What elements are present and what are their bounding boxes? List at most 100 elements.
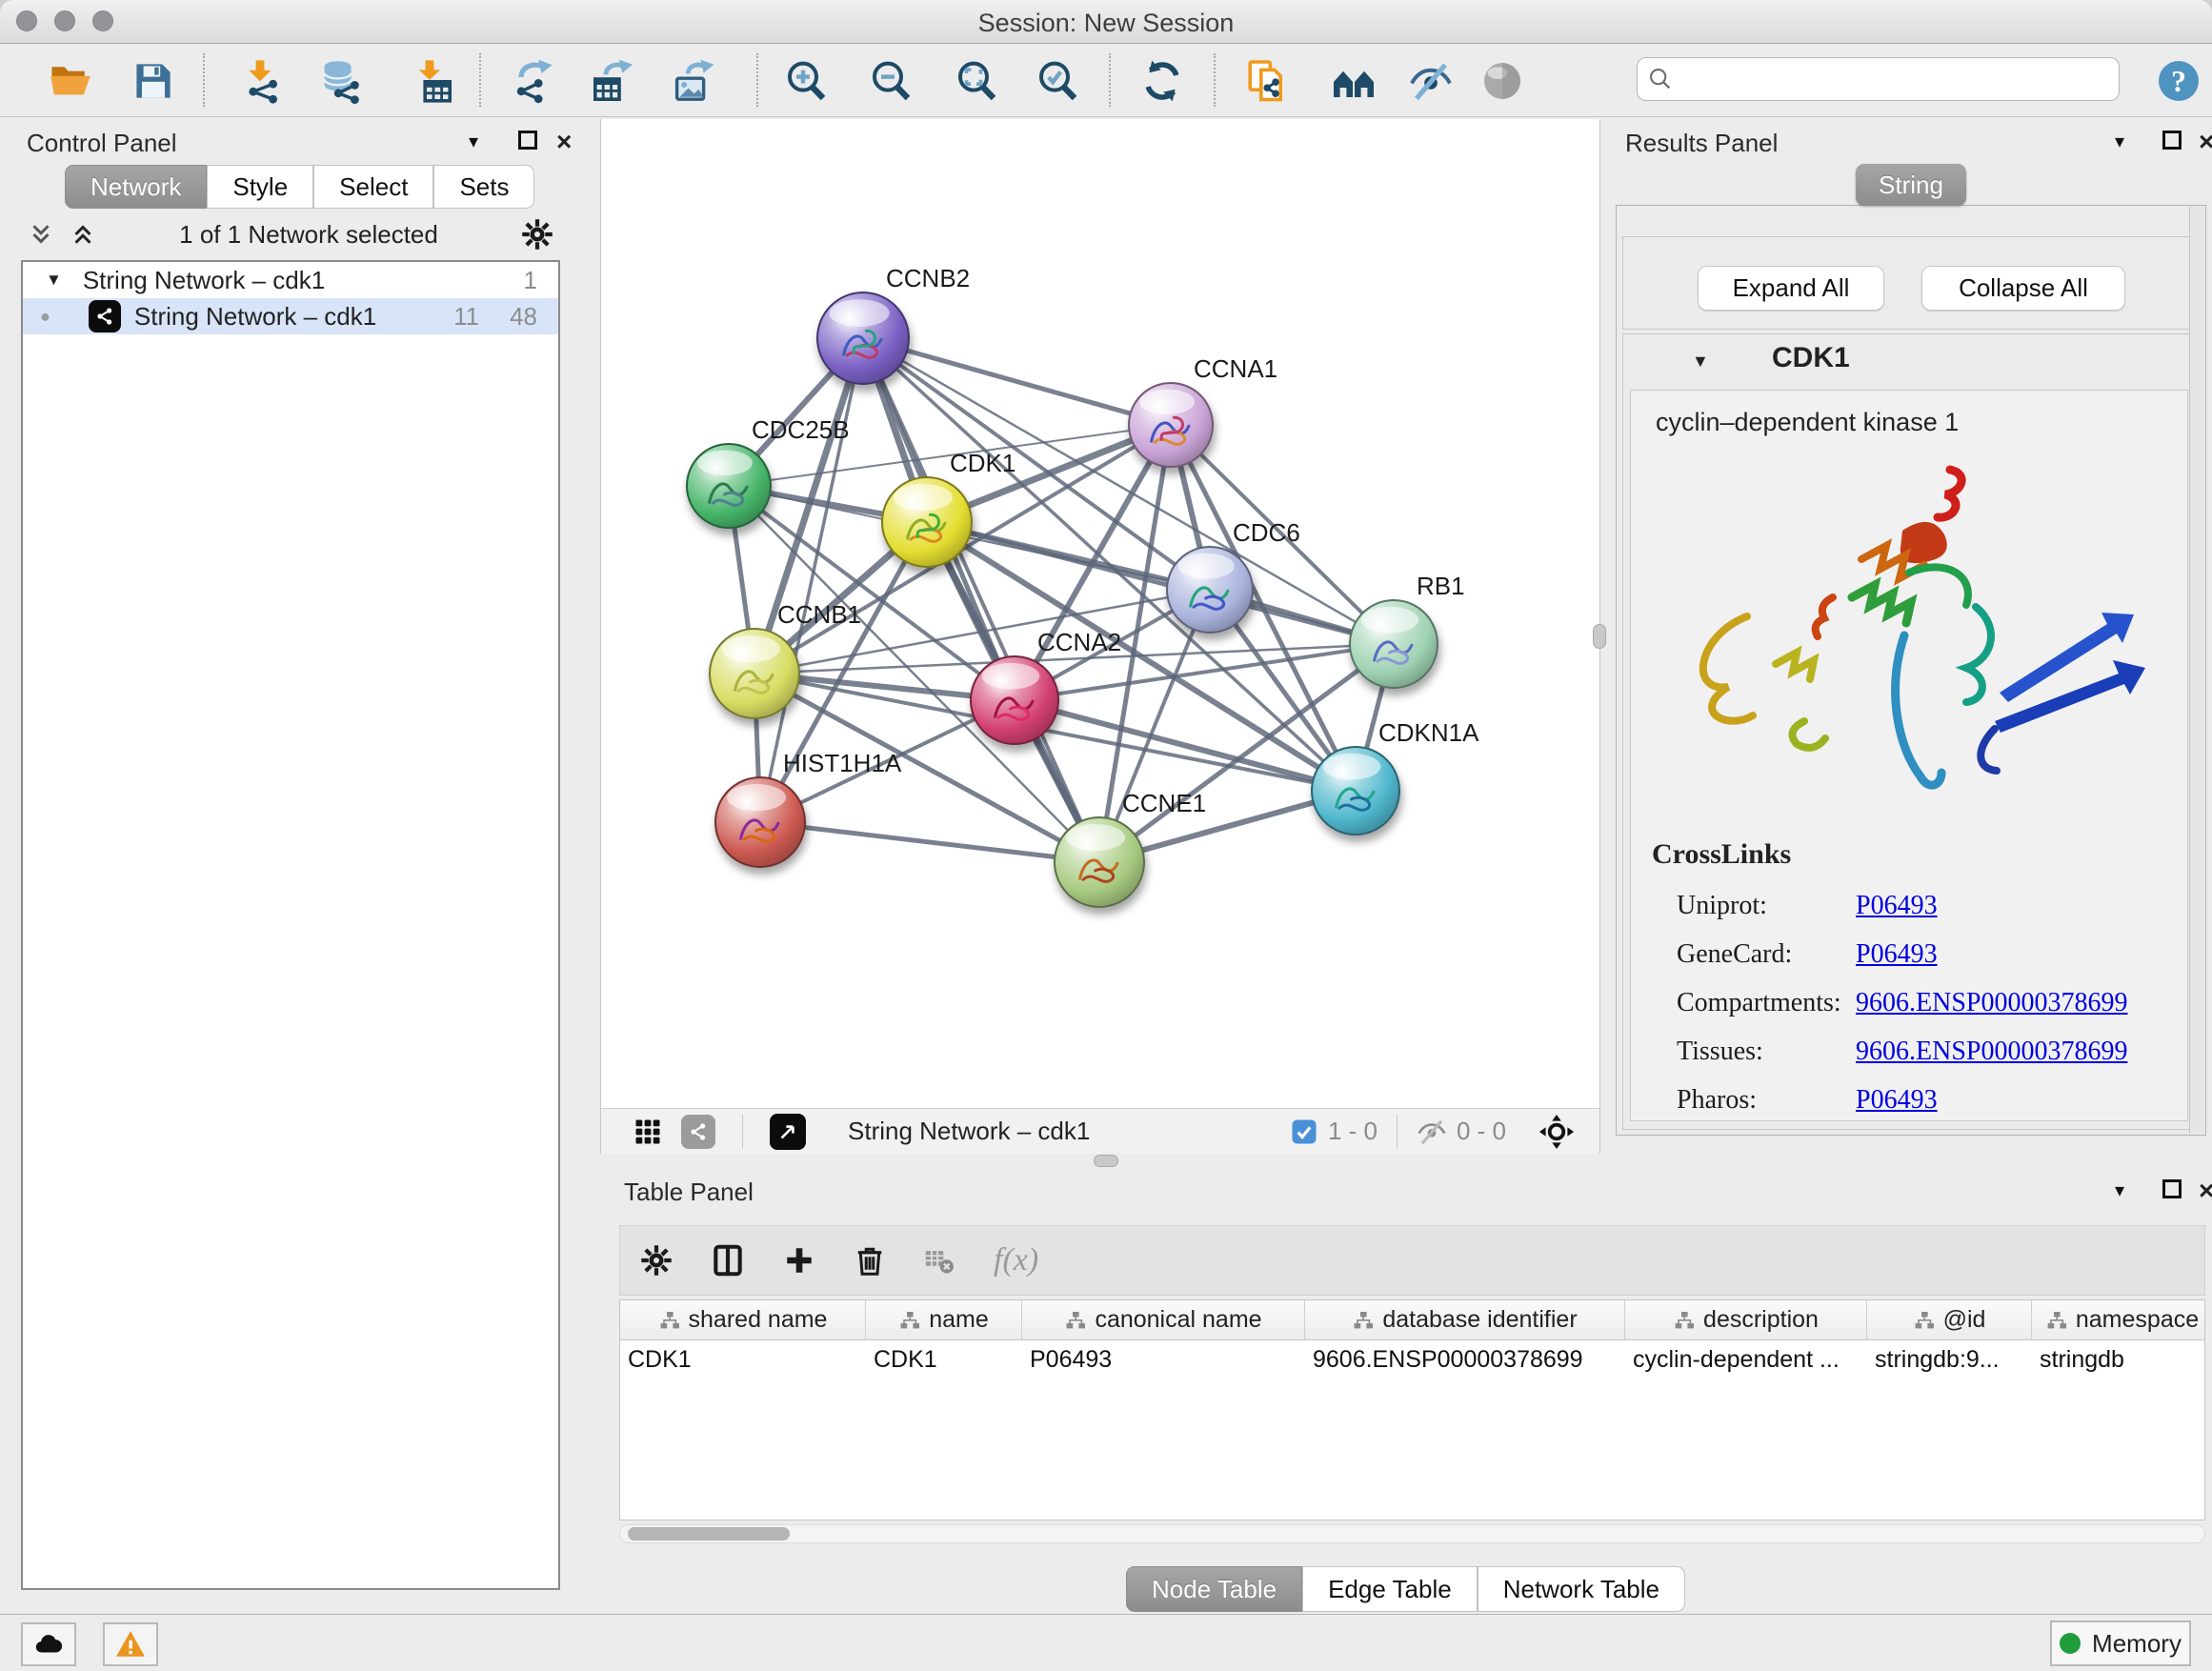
tab-node-table[interactable]: Node Table bbox=[1126, 1566, 1302, 1612]
function-builder-icon[interactable]: f(x) bbox=[994, 1242, 1038, 1278]
crosslink-link[interactable]: P06493 bbox=[1856, 939, 1938, 970]
edge-CCNB2-CCNE1[interactable] bbox=[863, 338, 1099, 862]
column-header-database-identifier[interactable]: database identifier bbox=[1305, 1300, 1625, 1339]
zoom-in-button[interactable] bbox=[778, 53, 834, 109]
grid-view-icon[interactable] bbox=[633, 1117, 662, 1146]
results-scrollbar[interactable] bbox=[2189, 207, 2204, 1134]
table-panel-menu-icon[interactable]: ▾ bbox=[2115, 1181, 2124, 1200]
edge-HIST1H1A-CCNE1[interactable] bbox=[760, 822, 1099, 862]
refresh-button[interactable] bbox=[1135, 53, 1190, 109]
collapse-all-chevrons-icon[interactable] bbox=[27, 220, 55, 249]
table-gear-icon[interactable] bbox=[639, 1243, 674, 1278]
column-header-description[interactable]: description bbox=[1625, 1300, 1867, 1339]
show-all-button[interactable] bbox=[1475, 53, 1530, 109]
zoom-fit-icon bbox=[954, 58, 999, 104]
column-header-canonical-name[interactable]: canonical name bbox=[1022, 1300, 1305, 1339]
table-cell[interactable]: CDK1 bbox=[866, 1340, 1022, 1379]
expand-all-chevrons-icon[interactable] bbox=[69, 220, 97, 249]
network-view[interactable]: CCNB2CCNA1CDC25BCDK1CDC6RB1CCNB1CCNA2CDK… bbox=[600, 119, 1600, 1108]
network-row-selected[interactable]: ● String Network – cdk1 11 48 bbox=[23, 298, 558, 334]
selected-checkbox-icon[interactable] bbox=[1290, 1117, 1318, 1146]
table-panel-close-icon[interactable]: × bbox=[2199, 1176, 2212, 1206]
open-session-button[interactable] bbox=[43, 53, 98, 109]
import-table-button[interactable] bbox=[404, 53, 459, 109]
open-in-window-icon[interactable] bbox=[770, 1114, 806, 1150]
protein-collapse-icon[interactable]: ▼ bbox=[1692, 352, 1709, 372]
control-panel-menu-icon[interactable]: ▾ bbox=[469, 132, 478, 151]
tab-sets[interactable]: Sets bbox=[433, 165, 534, 209]
birds-eye-navigator-icon[interactable] bbox=[1538, 1114, 1575, 1150]
save-session-button[interactable] bbox=[126, 53, 181, 109]
results-panel-close-icon[interactable]: × bbox=[2199, 127, 2212, 157]
network-node-CCNA1[interactable]: CCNA1 bbox=[1129, 354, 1277, 467]
import-network-button[interactable] bbox=[234, 53, 290, 109]
import-network-from-database-button[interactable] bbox=[315, 53, 371, 109]
string-view-icon[interactable] bbox=[681, 1115, 715, 1149]
results-panel-float-icon[interactable] bbox=[2162, 131, 2182, 150]
network-collection-row[interactable]: ▼ String Network – cdk1 1 bbox=[23, 262, 558, 298]
table-panel-float-icon[interactable] bbox=[2162, 1179, 2182, 1198]
window-title: Session: New Session bbox=[0, 9, 2212, 38]
crosslink-link[interactable]: 9606.ENSP00000378699 bbox=[1856, 1037, 2127, 1067]
show-columns-icon[interactable] bbox=[710, 1242, 746, 1278]
network-node-CDKN1A[interactable]: CDKN1A bbox=[1312, 718, 1479, 835]
control-panel-float-icon[interactable] bbox=[518, 131, 537, 150]
cloud-button[interactable] bbox=[21, 1622, 76, 1666]
table-cell[interactable]: stringdb:9... bbox=[1867, 1340, 2032, 1379]
hidden-eye-icon[interactable] bbox=[1417, 1117, 1447, 1147]
export-table-button[interactable] bbox=[586, 53, 641, 109]
column-header-shared-name[interactable]: shared name bbox=[620, 1300, 866, 1339]
hide-selected-button[interactable] bbox=[1403, 53, 1458, 109]
crosslink-link[interactable]: P06493 bbox=[1856, 1085, 1938, 1116]
collapse-triangle-icon[interactable]: ▼ bbox=[46, 271, 62, 290]
gear-icon[interactable] bbox=[520, 217, 554, 252]
export-network-button[interactable] bbox=[508, 53, 563, 109]
search-input[interactable] bbox=[1674, 65, 2093, 94]
warnings-button[interactable] bbox=[103, 1622, 158, 1666]
network-node-CCNB2[interactable]: CCNB2 bbox=[817, 264, 970, 384]
network-node-HIST1H1A[interactable]: HIST1H1A bbox=[715, 749, 902, 867]
crosslink-link[interactable]: 9606.ENSP00000378699 bbox=[1856, 988, 2127, 1018]
splitter-handle-right[interactable] bbox=[1593, 624, 1606, 649]
tab-select[interactable]: Select bbox=[313, 165, 433, 209]
network-node-CDK1[interactable]: CDK1 bbox=[882, 449, 1016, 567]
first-neighbors-button[interactable] bbox=[1326, 53, 1381, 109]
delete-column-icon[interactable] bbox=[853, 1243, 887, 1278]
network-node-RB1[interactable]: RB1 bbox=[1350, 572, 1465, 688]
table-cell[interactable]: 9606.ENSP00000378699 bbox=[1305, 1340, 1625, 1379]
tab-network-table[interactable]: Network Table bbox=[1478, 1566, 1685, 1612]
network-selection-bar: 1 of 1 Network selected bbox=[10, 212, 570, 256]
export-image-button[interactable] bbox=[667, 53, 722, 109]
zoom-out-button[interactable] bbox=[863, 53, 918, 109]
tab-network[interactable]: Network bbox=[65, 165, 207, 209]
memory-button[interactable]: Memory bbox=[2050, 1621, 2191, 1666]
results-panel-menu-icon[interactable]: ▾ bbox=[2115, 132, 2124, 151]
column-header-name[interactable]: name bbox=[866, 1300, 1022, 1339]
control-panel-close-icon[interactable]: × bbox=[556, 127, 572, 157]
table-cell[interactable]: CDK1 bbox=[620, 1340, 866, 1379]
table-cell[interactable]: P06493 bbox=[1022, 1340, 1305, 1379]
zoom-selected-button[interactable] bbox=[1030, 53, 1085, 109]
table-cell[interactable]: stringdb bbox=[2032, 1340, 2205, 1379]
collapse-all-button[interactable]: Collapse All bbox=[1921, 266, 2125, 311]
crosslink-label: Compartments: bbox=[1677, 988, 1856, 1018]
add-column-icon[interactable] bbox=[782, 1243, 816, 1278]
column-header-namespace[interactable]: namespace bbox=[2032, 1300, 2205, 1339]
tab-string[interactable]: String bbox=[1856, 164, 1966, 206]
zoom-fit-button[interactable] bbox=[949, 53, 1004, 109]
table-row[interactable]: CDK1CDK1P064939606.ENSP00000378699cyclin… bbox=[620, 1340, 2204, 1379]
hscrollbar-thumb[interactable] bbox=[628, 1527, 790, 1540]
tab-style[interactable]: Style bbox=[207, 165, 313, 209]
delete-table-icon[interactable] bbox=[923, 1244, 955, 1277]
table-hscrollbar[interactable] bbox=[619, 1524, 2205, 1543]
tab-edge-table[interactable]: Edge Table bbox=[1302, 1566, 1478, 1612]
help-button[interactable]: ? bbox=[2151, 53, 2206, 109]
table-cell[interactable]: cyclin-dependent ... bbox=[1625, 1340, 1867, 1379]
search-box[interactable] bbox=[1637, 57, 2120, 101]
network-canvas[interactable]: CCNB2CCNA1CDC25BCDK1CDC6RB1CCNB1CCNA2CDK… bbox=[601, 119, 1601, 1108]
column-header-@id[interactable]: @id bbox=[1867, 1300, 2032, 1339]
clone-network-button[interactable] bbox=[1240, 53, 1296, 109]
crosslink-link[interactable]: P06493 bbox=[1856, 891, 1938, 921]
network-node-CCNE1[interactable]: CCNE1 bbox=[1055, 789, 1206, 907]
expand-all-button[interactable]: Expand All bbox=[1698, 266, 1884, 311]
